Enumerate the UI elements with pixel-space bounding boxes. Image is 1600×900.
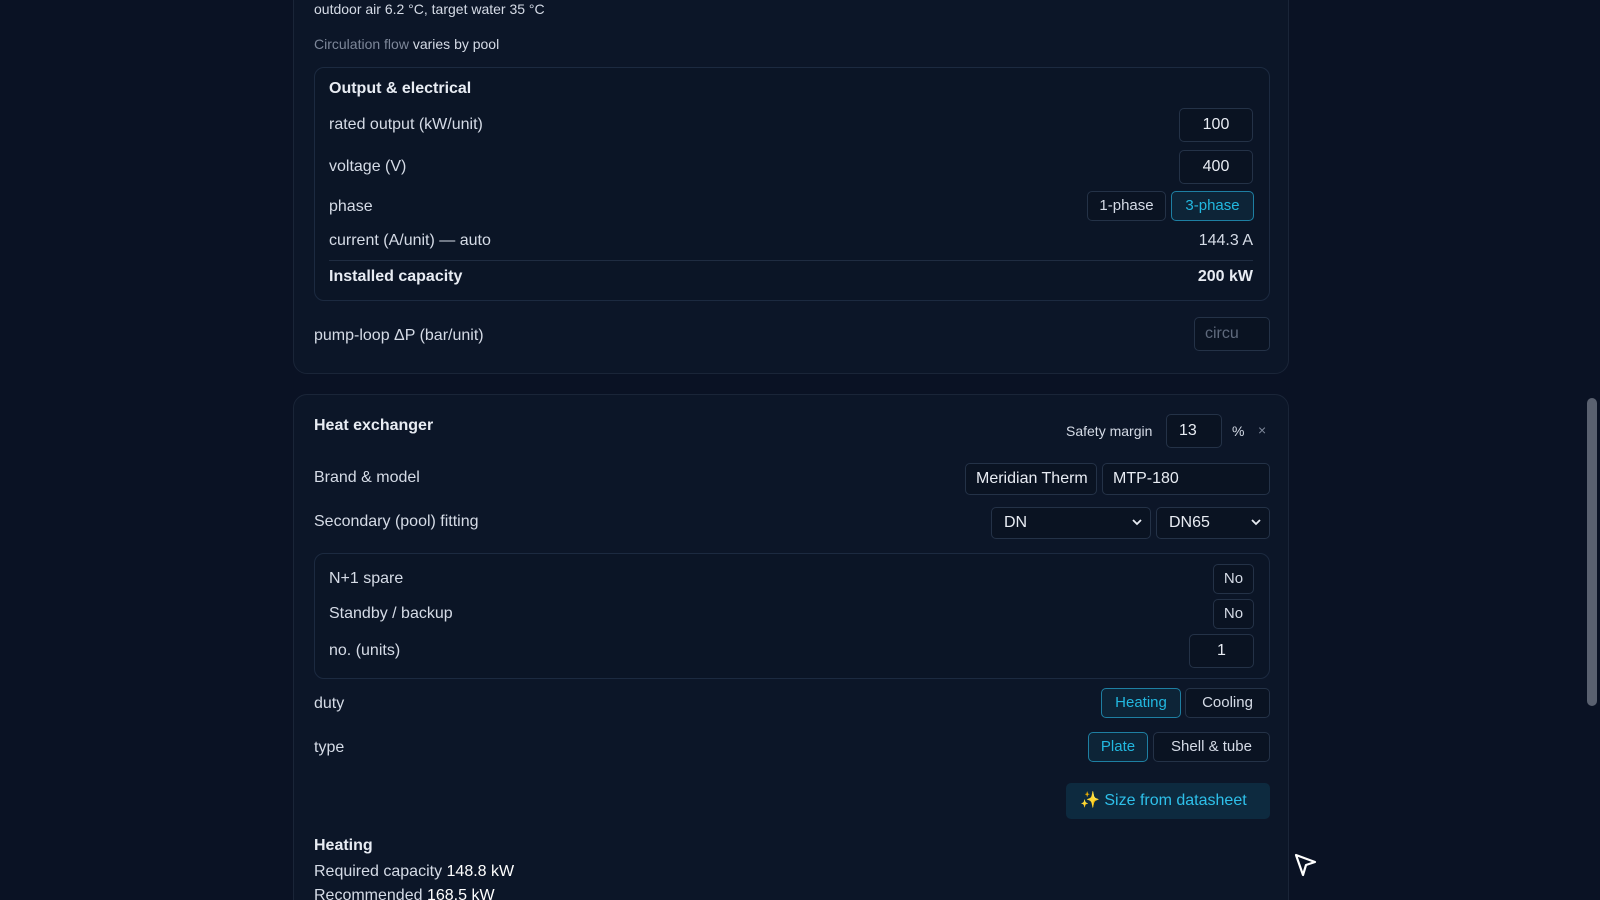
- chevron-down-icon: [1251, 519, 1261, 526]
- pump-loop-input[interactable]: circu: [1194, 317, 1270, 351]
- duty-label: duty: [314, 695, 345, 712]
- brand-input[interactable]: Meridian Therm: [965, 463, 1097, 495]
- safety-margin-label: Safety margin: [1066, 423, 1153, 439]
- voltage-input[interactable]: 400: [1179, 150, 1253, 184]
- rated-output-input[interactable]: 100: [1179, 108, 1253, 142]
- model-input[interactable]: MTP-180: [1102, 463, 1270, 495]
- required-capacity-value: 148.8 kW: [446, 863, 515, 880]
- duty-cooling-button[interactable]: Cooling: [1185, 688, 1270, 718]
- rated-output-label: rated output (kW/unit): [329, 116, 483, 133]
- close-icon[interactable]: ×: [1258, 422, 1266, 438]
- redundancy-panel: N+1 spare No Standby / backup No no. (un…: [314, 553, 1270, 679]
- pump-loop-label: pump-loop ΔP (bar/unit): [314, 327, 484, 344]
- safety-margin-unit: %: [1232, 423, 1245, 439]
- type-label: type: [314, 739, 345, 756]
- mouse-cursor-icon: [1294, 853, 1317, 877]
- safety-margin-input[interactable]: 13: [1166, 414, 1222, 448]
- scrollbar-thumb[interactable]: [1587, 398, 1597, 706]
- phase-1-button[interactable]: 1-phase: [1087, 191, 1166, 221]
- output-electrical-panel: Output & electrical rated output (kW/uni…: [314, 67, 1270, 301]
- required-capacity-label: Required capacity: [314, 863, 443, 880]
- recommended-capacity-value: 168.5 kW: [426, 887, 495, 900]
- required-capacity: Required capacity 148.8 kW: [314, 863, 514, 881]
- type-plate-button[interactable]: Plate: [1088, 732, 1148, 762]
- n1-spare-label: N+1 spare: [329, 570, 404, 587]
- results-heading: Heating: [314, 837, 373, 854]
- fitting-size-select[interactable]: DN65: [1156, 507, 1270, 539]
- units-input[interactable]: 1: [1189, 634, 1254, 668]
- circulation-flow-label: Circulation flow: [314, 36, 409, 52]
- heat-exchanger-card: Heat exchanger Safety margin 13 % × Bran…: [293, 394, 1289, 900]
- output-panel-title: Output & electrical: [329, 80, 472, 97]
- brand-model-label: Brand & model: [314, 469, 420, 486]
- phase-label: phase: [329, 198, 373, 215]
- phase-3-button[interactable]: 3-phase: [1171, 191, 1254, 221]
- output-divider: [329, 260, 1253, 261]
- chevron-down-icon: [1132, 519, 1142, 526]
- fitting-standard-select[interactable]: DN: [991, 507, 1151, 539]
- units-label: no. (units): [329, 642, 401, 659]
- n1-spare-toggle[interactable]: No: [1213, 564, 1254, 594]
- duty-heating-button[interactable]: Heating: [1101, 688, 1181, 718]
- fitting-standard-value: DN: [1004, 514, 1028, 531]
- recommended-capacity: Recommended 168.5 kW: [314, 887, 495, 900]
- current-value: 144.3 A: [1198, 232, 1253, 249]
- recommended-capacity-label: Recommended: [314, 887, 423, 900]
- page: outdoor air 6.2 °C, target water 35 °C C…: [0, 0, 1600, 900]
- size-from-datasheet-button[interactable]: ✨ Size from datasheet: [1066, 783, 1270, 819]
- fitting-size-value: DN65: [1169, 514, 1210, 531]
- fitting-label: Secondary (pool) fitting: [314, 513, 479, 530]
- installed-capacity-label: Installed capacity: [329, 268, 463, 285]
- circulation-flow-value: varies by pool: [412, 36, 500, 52]
- current-label: current (A/unit) — auto: [329, 232, 491, 249]
- installed-capacity-value: 200 kW: [1197, 268, 1253, 285]
- heat-exchanger-title: Heat exchanger: [314, 417, 434, 434]
- standby-toggle[interactable]: No: [1213, 599, 1254, 629]
- type-shell-tube-button[interactable]: Shell & tube: [1153, 732, 1270, 762]
- conditions-text: outdoor air 6.2 °C, target water 35 °C: [314, 1, 545, 17]
- voltage-label: voltage (V): [329, 158, 407, 175]
- heat-pump-card: outdoor air 6.2 °C, target water 35 °C C…: [293, 0, 1289, 374]
- circulation-flow: Circulation flow varies by pool: [314, 36, 499, 52]
- standby-label: Standby / backup: [329, 605, 453, 622]
